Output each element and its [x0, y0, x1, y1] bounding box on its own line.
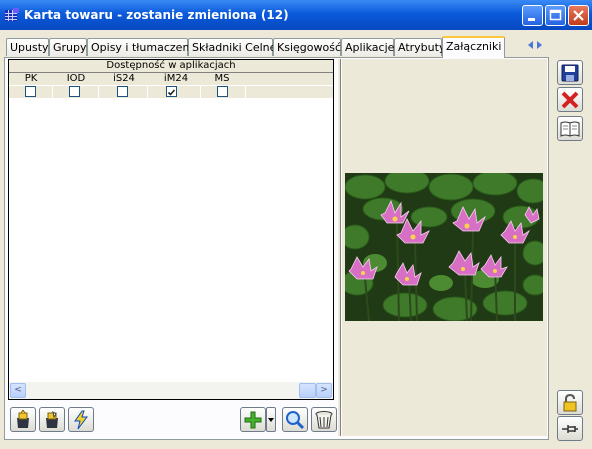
minimize-button[interactable]	[522, 5, 543, 26]
column-header-im24[interactable]: iM24	[159, 73, 193, 85]
preview-button[interactable]	[282, 407, 308, 432]
dropdown-arrow-icon	[268, 418, 274, 422]
attach-alt-button[interactable]	[39, 407, 65, 432]
close-icon	[573, 10, 584, 21]
column-header-is24[interactable]: iS24	[110, 73, 138, 85]
chevron-right-icon: >	[320, 385, 328, 395]
add-icon	[244, 411, 262, 429]
window-title: Karta towaru - zostanie zmieniona (12)	[24, 8, 289, 22]
tab-atrybuty[interactable]: Atrybuty	[394, 38, 445, 56]
grid-column-headers: PK IOD iS24 iM24 MS	[9, 73, 333, 85]
pin-icon	[562, 425, 578, 433]
checkmark-icon	[167, 89, 176, 96]
delete-button[interactable]	[311, 407, 337, 432]
tab-upusty[interactable]: Upusty	[6, 38, 49, 56]
run-button[interactable]	[68, 407, 94, 432]
close-button[interactable]	[568, 5, 589, 26]
tab-scroll-arrows[interactable]	[523, 38, 547, 52]
grid-app-icon	[4, 7, 20, 23]
column-header-pk[interactable]: PK	[17, 73, 45, 85]
save-icon	[561, 64, 579, 82]
tab-scroll-right-icon	[537, 41, 542, 49]
checkbox-is24[interactable]	[117, 86, 128, 97]
attach-icon	[17, 410, 29, 428]
help-button[interactable]	[557, 116, 583, 141]
table-row	[9, 86, 333, 99]
minimize-icon	[528, 18, 535, 21]
tab-skladniki-celne[interactable]: Składniki Celne	[188, 38, 276, 56]
cancel-button[interactable]	[557, 87, 583, 112]
checkbox-iod[interactable]	[69, 86, 80, 97]
column-header-iod[interactable]: IOD	[62, 73, 90, 85]
tab-grupy[interactable]: Grupy	[49, 38, 87, 56]
save-button[interactable]	[557, 60, 583, 85]
maximize-button[interactable]	[545, 5, 566, 26]
tab-zalaczniki[interactable]: Załączniki	[442, 36, 505, 58]
tab-scroll-left-icon	[528, 41, 533, 49]
maximize-icon	[549, 9, 562, 21]
add-dropdown-button[interactable]	[266, 407, 276, 432]
tab-ksiegowosc[interactable]: Księgowość	[273, 38, 341, 56]
window: Karta towaru - zostanie zmieniona (12) U…	[0, 0, 592, 449]
pane-splitter[interactable]	[337, 59, 341, 436]
attach-alt-icon	[46, 410, 58, 428]
grid-group-header: Dostępność w aplikacjach	[9, 60, 333, 73]
horizontal-scrollbar[interactable]: < >	[9, 382, 333, 399]
chevron-left-icon: <	[14, 385, 22, 395]
checkbox-im24[interactable]	[166, 86, 177, 97]
book-icon	[560, 121, 580, 137]
attachment-preview-image	[340, 168, 550, 322]
scroll-thumb[interactable]	[299, 383, 316, 398]
checkbox-pk[interactable]	[25, 86, 36, 97]
tab-aplikacje[interactable]: Aplikacje	[341, 38, 394, 56]
scroll-right-button[interactable]: >	[316, 383, 332, 398]
tab-opisy[interactable]: Opisy i tłumaczenia	[87, 38, 199, 56]
magnifier-icon	[286, 411, 305, 430]
attach-file-button[interactable]	[10, 407, 36, 432]
availability-grid[interactable]: Dostępność w aplikacjach PK IOD iS24 iM2…	[8, 59, 334, 400]
title-bar[interactable]: Karta towaru - zostanie zmieniona (12)	[0, 0, 592, 30]
lock-button[interactable]	[557, 390, 583, 415]
cancel-icon	[561, 91, 579, 109]
checkbox-ms[interactable]	[217, 86, 228, 97]
pin-button[interactable]	[557, 416, 583, 441]
lightning-icon	[74, 410, 88, 430]
scroll-left-button[interactable]: <	[10, 383, 26, 398]
trash-icon	[315, 411, 333, 429]
add-button[interactable]	[240, 407, 266, 432]
lock-icon	[563, 393, 577, 412]
column-header-ms[interactable]: MS	[208, 73, 236, 85]
